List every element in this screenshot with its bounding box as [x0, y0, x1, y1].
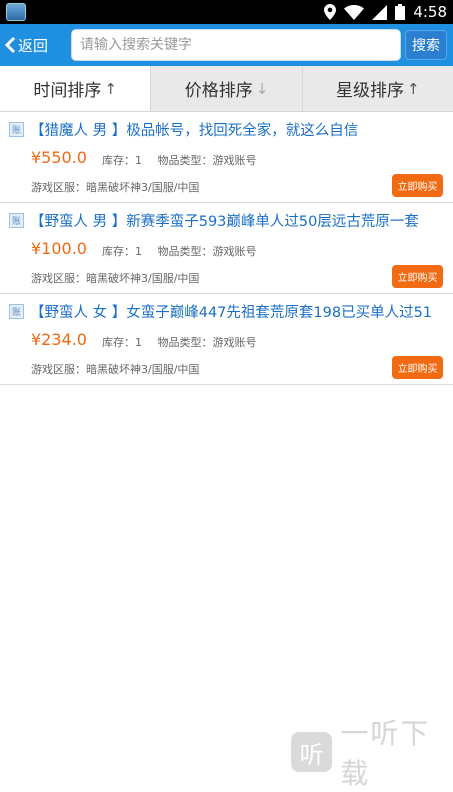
watermark-text: 一听下载: [340, 717, 431, 790]
item-price: ¥550.0: [31, 148, 87, 167]
item-type: 物品类型：游戏账号: [157, 245, 257, 258]
item-title[interactable]: 【野蛮人 男 】新赛季蛮子593巅峰单人过50层远古荒原一套: [30, 210, 448, 231]
list-item: 账 【猎魔人 男 】极品帐号，找回死全家，就这么自信 ¥550.0 库存：1 物…: [0, 112, 453, 203]
chevron-left-icon: [4, 37, 16, 53]
item-server: 游戏区服：暗黑破坏神3/国服/中国: [31, 272, 200, 285]
app-icon: [6, 3, 26, 21]
arrow-up-icon: ↑: [407, 79, 420, 98]
item-server: 游戏区服：暗黑破坏神3/国服/中国: [31, 363, 200, 376]
status-bar: 4:58: [0, 0, 453, 24]
item-price: ¥234.0: [31, 330, 87, 349]
search-button[interactable]: 搜索: [405, 30, 447, 60]
buy-now-button[interactable]: 立即购买: [392, 265, 443, 288]
wifi-icon: [344, 4, 365, 20]
search-input[interactable]: [80, 37, 392, 53]
sort-tab-label: 星级排序: [336, 81, 405, 101]
watermark: 听 一听下载: [291, 712, 453, 792]
buy-now-button[interactable]: 立即购买: [392, 356, 443, 379]
sort-bar: 时间排序 ↑ 价格排序 ↓ 星级排序 ↑: [0, 66, 453, 112]
sort-tab-price[interactable]: 价格排序 ↓: [151, 66, 303, 111]
back-label: 返回: [18, 36, 49, 55]
watermark-logo-icon: 听: [291, 732, 333, 772]
buy-now-button[interactable]: 立即购买: [392, 174, 443, 197]
item-meta: 库存：1 物品类型：游戏账号: [102, 152, 257, 168]
search-box[interactable]: [71, 29, 401, 61]
item-stock: 库存：1: [102, 245, 142, 258]
list-item: 账 【野蛮人 男 】新赛季蛮子593巅峰单人过50层远古荒原一套 ¥100.0 …: [0, 203, 453, 294]
account-tag-icon: 账: [9, 213, 24, 228]
item-stock: 库存：1: [102, 154, 142, 167]
account-tag-icon: 账: [9, 122, 24, 137]
sort-tab-rating[interactable]: 星级排序 ↑: [303, 66, 453, 111]
back-button[interactable]: 返回: [4, 29, 48, 61]
product-list: 账 【猎魔人 男 】极品帐号，找回死全家，就这么自信 ¥550.0 库存：1 物…: [0, 112, 453, 385]
battery-icon: [395, 4, 406, 20]
sort-tab-time[interactable]: 时间排序 ↑: [0, 66, 152, 111]
item-title[interactable]: 【野蛮人 女 】女蛮子巅峰447先祖套荒原套198已买单人过51: [30, 301, 448, 322]
account-tag-icon: 账: [9, 304, 24, 319]
item-type: 物品类型：游戏账号: [157, 336, 257, 349]
item-server: 游戏区服：暗黑破坏神3/国服/中国: [31, 181, 200, 194]
item-stock: 库存：1: [102, 336, 142, 349]
item-meta: 库存：1 物品类型：游戏账号: [102, 243, 257, 259]
list-item: 账 【野蛮人 女 】女蛮子巅峰447先祖套荒原套198已买单人过51 ¥234.…: [0, 294, 453, 385]
signal-icon: [372, 4, 388, 20]
sort-tab-label: 时间排序: [33, 81, 102, 101]
item-type: 物品类型：游戏账号: [157, 154, 257, 167]
sort-tab-label: 价格排序: [184, 81, 253, 101]
arrow-down-icon: ↓: [255, 79, 269, 98]
status-time: 4:58: [413, 3, 447, 21]
top-bar: 返回 搜索: [0, 24, 453, 66]
item-meta: 库存：1 物品类型：游戏账号: [102, 334, 257, 350]
item-price: ¥100.0: [31, 239, 87, 258]
arrow-up-icon: ↑: [104, 79, 117, 98]
location-icon: [324, 4, 337, 20]
item-title[interactable]: 【猎魔人 男 】极品帐号，找回死全家，就这么自信: [30, 119, 448, 140]
status-icons: 4:58: [324, 2, 447, 22]
